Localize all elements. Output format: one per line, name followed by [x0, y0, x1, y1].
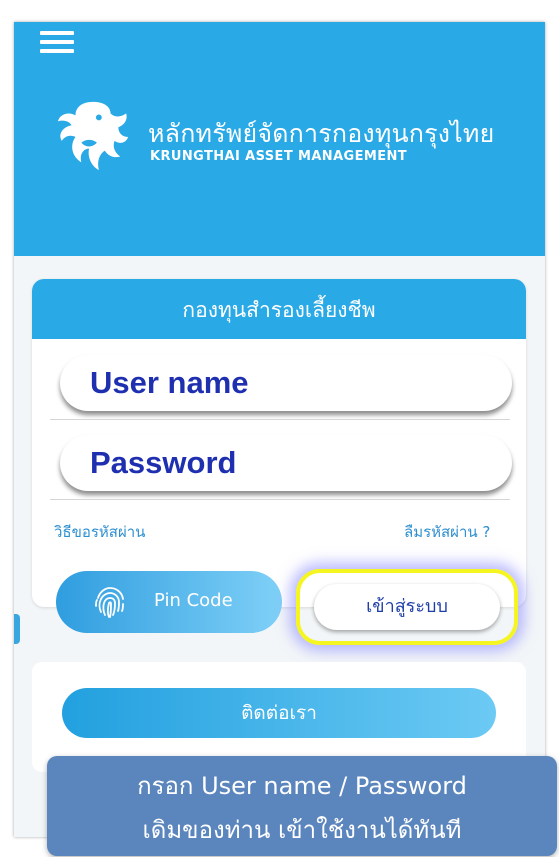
username-field [60, 355, 512, 411]
instruction-banner: กรอก User name / Password เดิมของท่าน เข… [47, 756, 557, 856]
password-field [60, 435, 512, 491]
garuda-logo-icon [57, 101, 129, 171]
password-input[interactable] [60, 435, 512, 491]
app-header: หลักทรัพย์จัดการกองทุนกรุงไทย KRUNGTHAI … [14, 22, 545, 256]
field-divider [50, 499, 510, 500]
carousel-indicator [14, 614, 20, 644]
fingerprint-icon [95, 587, 124, 618]
login-highlight-frame: เข้าสู่ระบบ [296, 569, 518, 645]
how-to-request-password-link[interactable]: วิธีขอรหัสผ่าน [54, 520, 145, 544]
contact-us-button[interactable]: ติดต่อเรา [62, 688, 496, 738]
instruction-line-2: เดิมของท่าน เข้าใช้งานได้ทันที [142, 816, 462, 844]
pin-code-label: Pin Code [154, 590, 233, 611]
login-card: กองทุนสำรองเลี้ยงชีพ [32, 279, 526, 607]
pin-code-button[interactable]: Pin Code [56, 571, 282, 633]
brand-name-thai: หลักทรัพย์จัดการกองทุนกรุงไทย [148, 119, 495, 148]
hamburger-menu-icon[interactable] [40, 31, 74, 53]
brand-name-english: KRUNGTHAI ASSET MANAGEMENT [150, 149, 408, 164]
username-input[interactable] [60, 355, 512, 411]
field-divider [50, 419, 510, 420]
app-screen: หลักทรัพย์จัดการกองทุนกรุงไทย KRUNGTHAI … [14, 22, 545, 837]
forgot-password-link[interactable]: ลืมรหัสผ่าน ? [404, 520, 490, 544]
login-card-title: กองทุนสำรองเลี้ยงชีพ [32, 279, 526, 339]
login-button[interactable]: เข้าสู่ระบบ [314, 584, 500, 630]
instruction-line-1: กรอก User name / Password [137, 772, 467, 800]
